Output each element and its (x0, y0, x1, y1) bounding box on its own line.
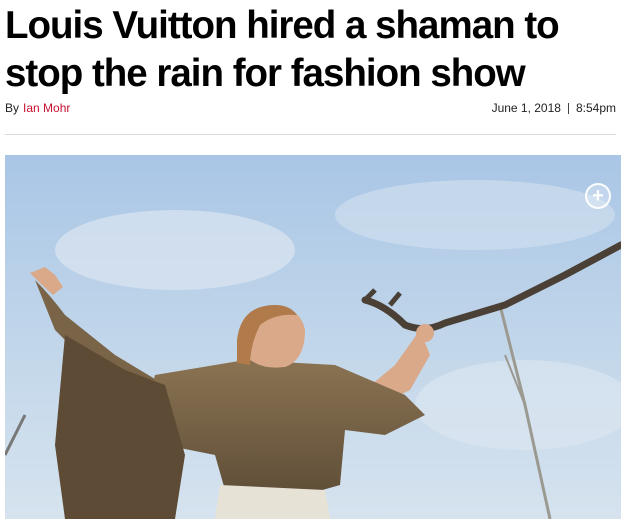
byline: By Ian Mohr (5, 101, 70, 115)
cloud (55, 210, 295, 290)
plus-icon: + (592, 184, 604, 207)
byline-prefix: By (5, 101, 20, 115)
meta-separator (567, 102, 569, 114)
author-link[interactable]: Ian Mohr (23, 101, 70, 115)
publish-time: 8:54pm (575, 101, 616, 115)
expand-photo-button[interactable]: + (585, 183, 611, 209)
byline-row: By Ian Mohr June 1, 2018 8:54pm (5, 99, 616, 117)
article-photo: + (5, 155, 621, 519)
article-headline: Louis Vuitton hired a shaman to stop the… (5, 4, 560, 95)
right-hand (416, 324, 434, 342)
article-page: Louis Vuitton hired a shaman to stop the… (0, 0, 623, 519)
publish-date: June 1, 2018 (491, 101, 561, 115)
cloud (335, 180, 615, 250)
publish-meta: June 1, 2018 8:54pm (492, 101, 616, 115)
shaman-photo-illustration (5, 155, 621, 519)
header-divider (5, 134, 616, 135)
trousers (215, 485, 330, 519)
